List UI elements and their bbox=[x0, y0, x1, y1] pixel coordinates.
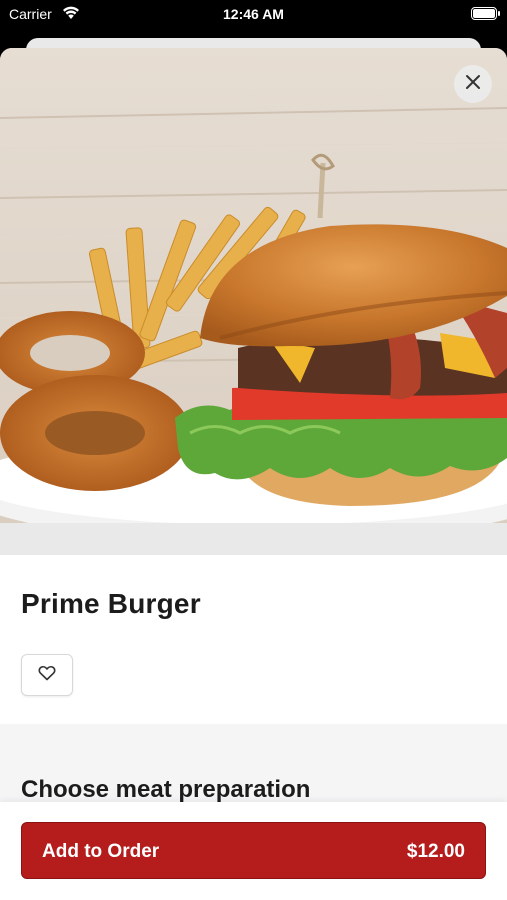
close-button[interactable] bbox=[454, 65, 492, 103]
status-bar: Carrier 12:46 AM bbox=[0, 0, 507, 30]
item-image bbox=[0, 48, 507, 555]
order-footer: Add to Order $12.00 bbox=[0, 802, 507, 900]
item-title: Prime Burger bbox=[21, 588, 201, 619]
battery-icon bbox=[471, 7, 500, 20]
add-to-order-button[interactable]: Add to Order $12.00 bbox=[21, 822, 486, 879]
close-icon bbox=[465, 74, 481, 95]
heart-icon bbox=[38, 665, 56, 686]
status-time: 12:46 AM bbox=[223, 6, 284, 22]
item-detail-sheet: Prime Burger Choose meat preparation Add… bbox=[0, 48, 507, 900]
add-to-order-label: Add to Order bbox=[42, 841, 160, 862]
meat-preparation-heading: Choose meat preparation bbox=[21, 776, 311, 803]
favorite-button[interactable] bbox=[21, 654, 73, 696]
order-price: $12.00 bbox=[406, 841, 465, 862]
